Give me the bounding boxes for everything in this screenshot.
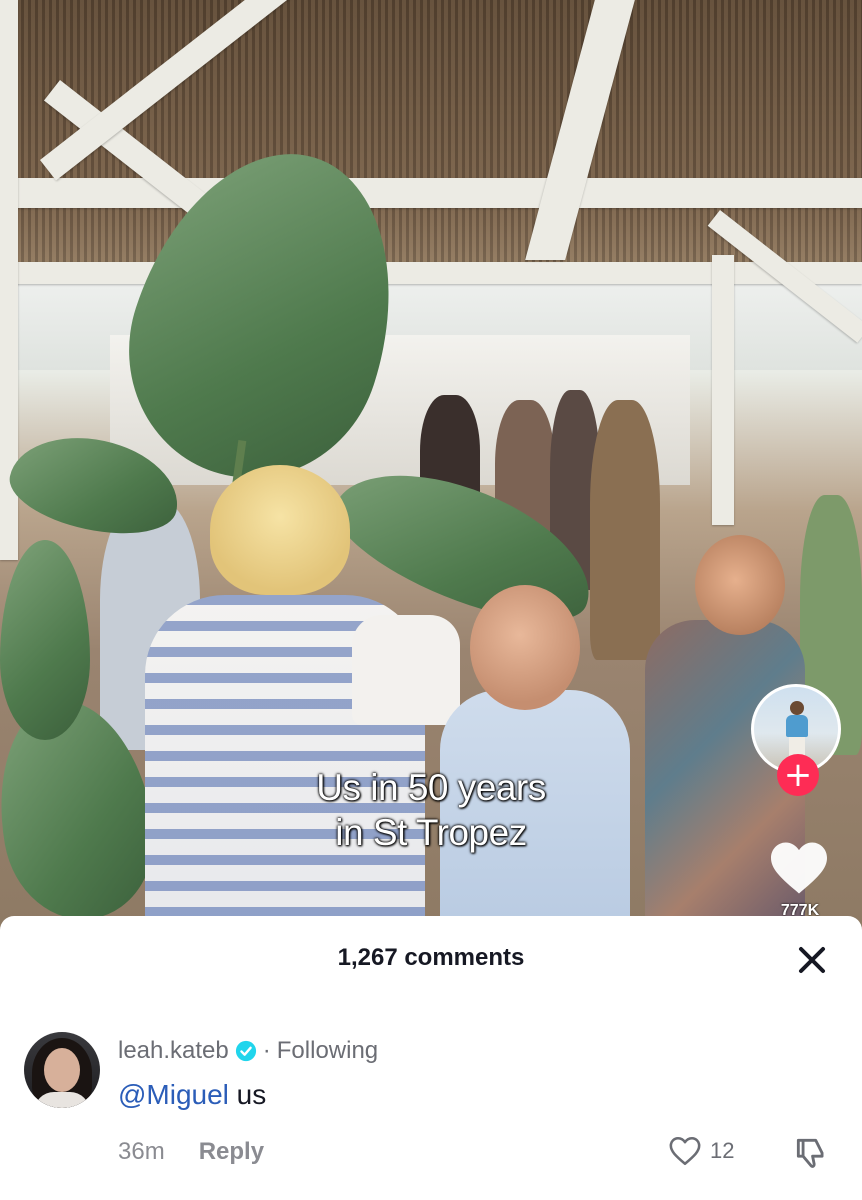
comments-sheet: 1,267 comments leah.kateb · Following @M… (0, 916, 862, 1200)
video-caption-line: Us in 50 years (316, 767, 546, 808)
creator-avatar-figure (784, 701, 810, 761)
video-scene-man-head (470, 585, 580, 710)
comment-like-count: 12 (710, 1138, 735, 1163)
heart-icon[interactable] (768, 840, 830, 896)
following-status: Following (276, 1037, 379, 1064)
commenter-username[interactable]: leah.kateb (118, 1037, 229, 1065)
mention-link[interactable]: @Miguel (118, 1079, 229, 1110)
comment-timestamp: 36m (118, 1138, 165, 1165)
comment-like-button[interactable]: 12 (668, 1134, 734, 1168)
video-scene-beam (0, 178, 862, 208)
video-scene-person (352, 615, 460, 725)
video-scene-person (590, 400, 660, 660)
verified-badge-icon (235, 1040, 256, 1062)
heart-outline-icon (669, 1136, 701, 1166)
comment-text: us (228, 1079, 267, 1110)
comment-dislike-button[interactable] (792, 1134, 830, 1172)
video-scene-post (712, 255, 734, 525)
video-caption: Us in 50 years in St Tropez (0, 765, 862, 855)
thumbs-down-icon (796, 1138, 824, 1168)
video-scene-man-head (695, 535, 785, 635)
follow-plus-button[interactable]: + (777, 754, 819, 796)
comment-header: leah.kateb · Following (118, 1036, 378, 1066)
commenter-avatar[interactable] (24, 1032, 100, 1108)
close-comments-button[interactable] (790, 938, 834, 982)
comment-meta: 36m Reply (118, 1138, 264, 1166)
video-player[interactable]: Us in 50 years in St Tropez + 777K (0, 0, 862, 930)
comment-body: @Miguel us (118, 1079, 266, 1111)
video-scene-woman-hair (210, 465, 350, 595)
video-caption-line: in St Tropez (335, 812, 527, 853)
close-icon (798, 946, 826, 974)
video-scene-leaf (0, 540, 90, 740)
comments-count: 1,267 comments (337, 944, 525, 971)
separator-dot: · (262, 1037, 271, 1064)
reply-button[interactable]: Reply (199, 1138, 264, 1166)
